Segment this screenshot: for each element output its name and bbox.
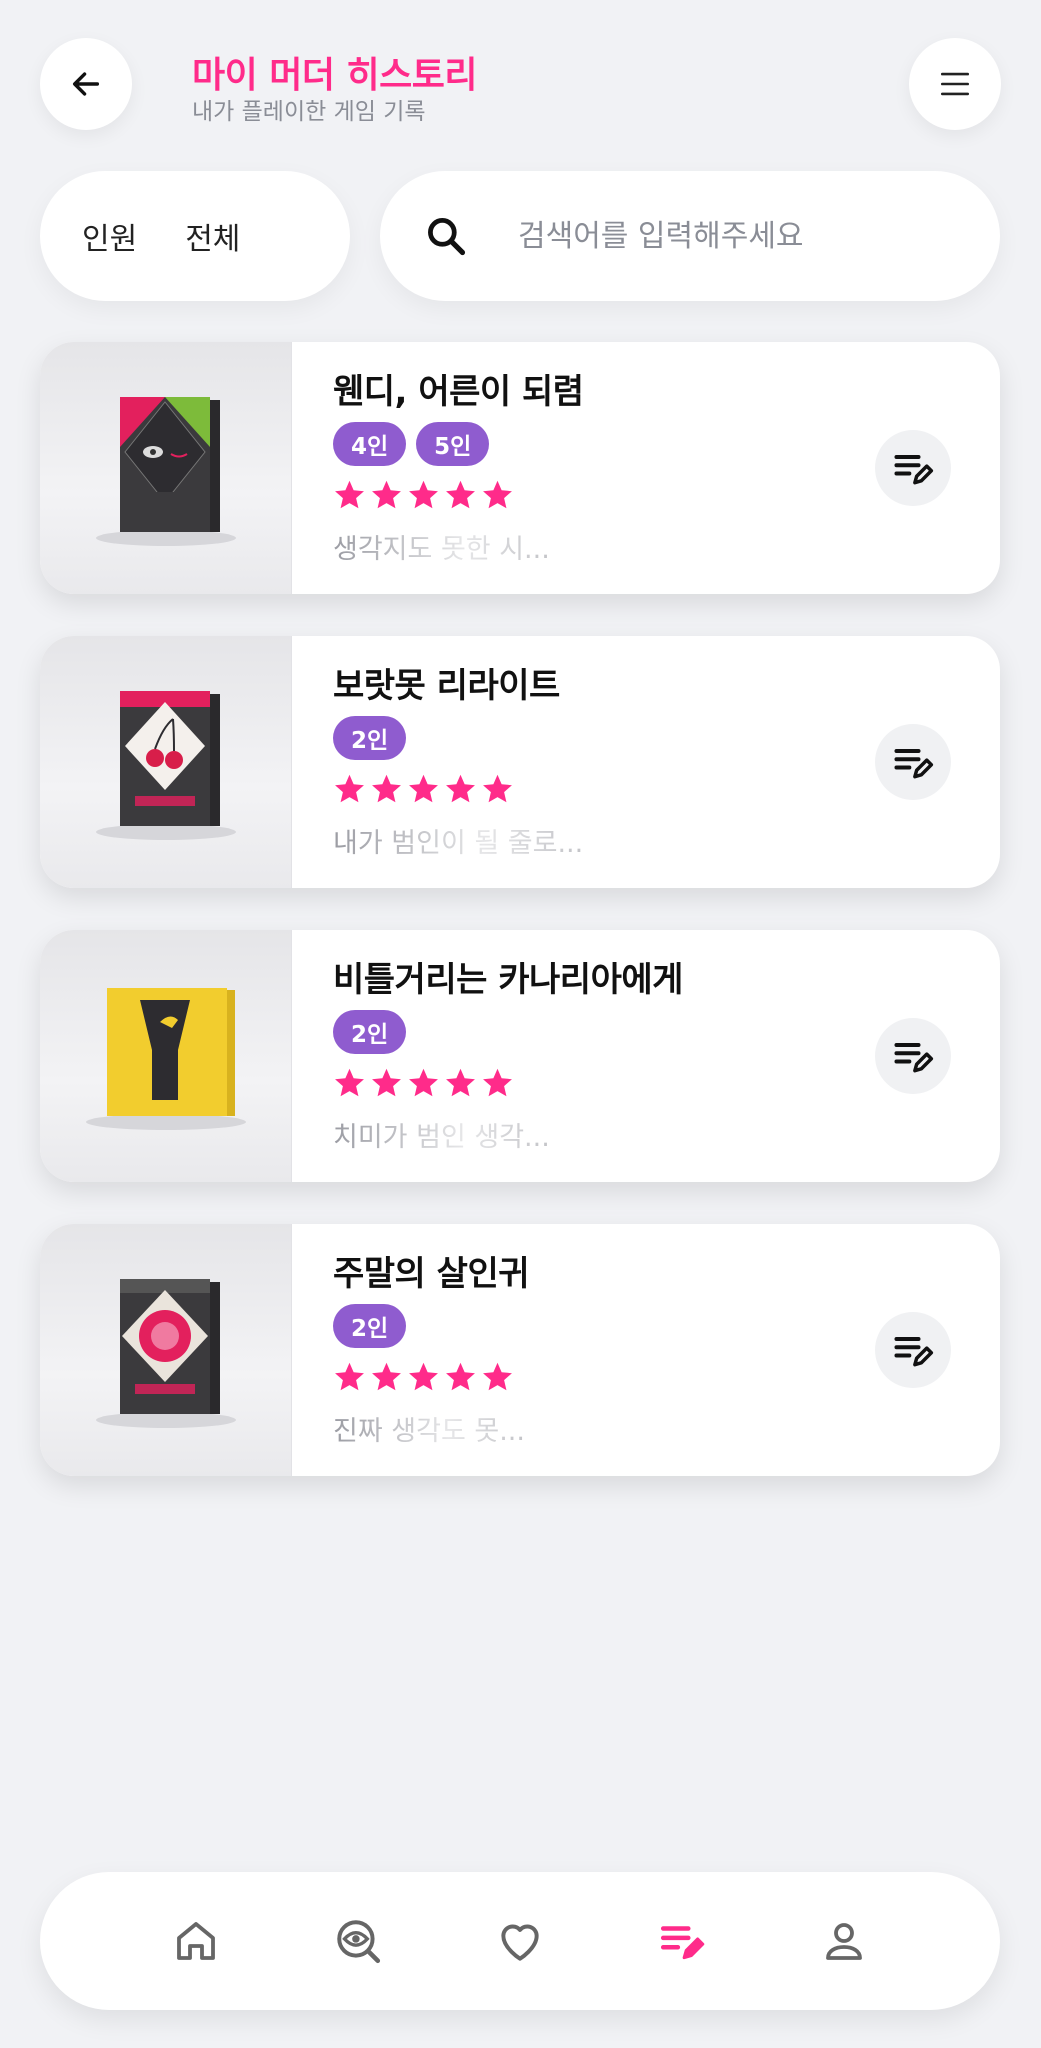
game-card[interactable]: 보랏못 리라이트 2인 내가 범인이 될 줄로... [40, 636, 1000, 888]
game-title: 웬디, 어른이 되렴 [333, 372, 584, 412]
player-badges: 2인 [333, 1304, 407, 1348]
star-icon [335, 1068, 364, 1097]
star-icon [446, 480, 475, 509]
home-icon [177, 1922, 215, 1960]
star-icon [372, 480, 401, 509]
edit-record-button[interactable] [875, 724, 951, 800]
edit-record-button[interactable] [875, 1018, 951, 1094]
star-icon [372, 774, 401, 803]
filter-value[interactable]: 전체 [185, 214, 240, 258]
rating-stars [333, 478, 514, 511]
star-icon [372, 1362, 401, 1391]
game-cover-image [40, 342, 292, 594]
rating-stars [333, 1066, 514, 1099]
game-cover-image [40, 930, 292, 1182]
player-badges: 4인 5인 [333, 422, 490, 466]
player-count-badge: 2인 [333, 716, 407, 760]
edit-note-icon [894, 748, 934, 779]
edit-note-icon [894, 1336, 934, 1367]
edit-record-button[interactable] [875, 430, 951, 506]
game-memo-preview: 내가 범인이 될 줄로... [333, 828, 584, 859]
player-count-filter[interactable]: 인원 전체 [40, 171, 350, 301]
edit-record-button[interactable] [875, 1312, 951, 1388]
nav-profile[interactable] [814, 1911, 874, 1971]
nav-home[interactable] [166, 1911, 226, 1971]
back-button[interactable] [40, 38, 132, 130]
game-card[interactable]: 웬디, 어른이 되렴 4인 5인 생각지도 못한 시... [40, 342, 1000, 594]
game-title: 주말의 살인귀 [333, 1254, 530, 1294]
edit-note-icon [894, 1042, 934, 1073]
star-icon [446, 774, 475, 803]
star-icon [409, 1068, 438, 1097]
hamburger-menu-icon [940, 72, 970, 96]
game-cover-image [40, 636, 292, 888]
star-icon [335, 480, 364, 509]
game-memo-preview: 생각지도 못한 시... [333, 534, 550, 565]
rating-stars [333, 772, 514, 805]
player-count-badge: 4인 [333, 422, 407, 466]
player-count-badge: 5인 [416, 422, 490, 466]
player-count-badge: 2인 [333, 1010, 407, 1054]
menu-button[interactable] [909, 38, 1001, 130]
user-icon [826, 1923, 862, 1960]
player-count-badge: 2인 [333, 1304, 407, 1348]
player-badges: 2인 [333, 1010, 407, 1054]
game-cover-image [40, 1224, 292, 1476]
history-edit-icon [660, 1926, 705, 1960]
nav-history[interactable] [652, 1911, 712, 1971]
star-icon [409, 774, 438, 803]
filter-label: 인원 [82, 222, 138, 257]
game-memo-preview: 진짜 생각도 못... [333, 1416, 525, 1447]
page-subtitle: 내가 플레이한 게임 기록 [192, 99, 426, 125]
search-input[interactable] [518, 218, 918, 254]
edit-note-icon [894, 454, 934, 485]
game-title: 비틀거리는 카나리아에게 [333, 960, 683, 1000]
nav-explore[interactable] [328, 1911, 388, 1971]
game-card[interactable]: 주말의 살인귀 2인 진짜 생각도 못... [40, 1224, 1000, 1476]
arrow-left-icon [72, 72, 100, 96]
star-icon [372, 1068, 401, 1097]
player-badges: 2인 [333, 716, 407, 760]
search-icon[interactable] [424, 214, 468, 258]
game-title: 보랏못 리라이트 [333, 666, 560, 706]
star-icon [483, 480, 512, 509]
star-icon [483, 1068, 512, 1097]
rating-stars [333, 1360, 514, 1393]
bottom-navigation [40, 1872, 1000, 2010]
game-card[interactable]: 비틀거리는 카나리아에게 2인 치미가 범인 생각... [40, 930, 1000, 1182]
star-icon [409, 1362, 438, 1391]
nav-favorites[interactable] [490, 1911, 550, 1971]
app-screen: 마이 머더 히스토리 내가 플레이한 게임 기록 인원 전체 검색어를 입력해주… [0, 0, 1041, 2048]
game-memo-preview: 치미가 범인 생각... [333, 1122, 550, 1153]
page-title: 마이 머더 히스토리 [192, 55, 478, 96]
star-icon [483, 1362, 512, 1391]
star-icon [446, 1068, 475, 1097]
heart-icon [501, 1924, 539, 1961]
eye-search-icon [337, 1920, 381, 1964]
star-icon [335, 1362, 364, 1391]
search-bar[interactable] [380, 171, 1000, 301]
star-icon [483, 774, 512, 803]
star-icon [409, 480, 438, 509]
star-icon [446, 1362, 475, 1391]
star-icon [335, 774, 364, 803]
